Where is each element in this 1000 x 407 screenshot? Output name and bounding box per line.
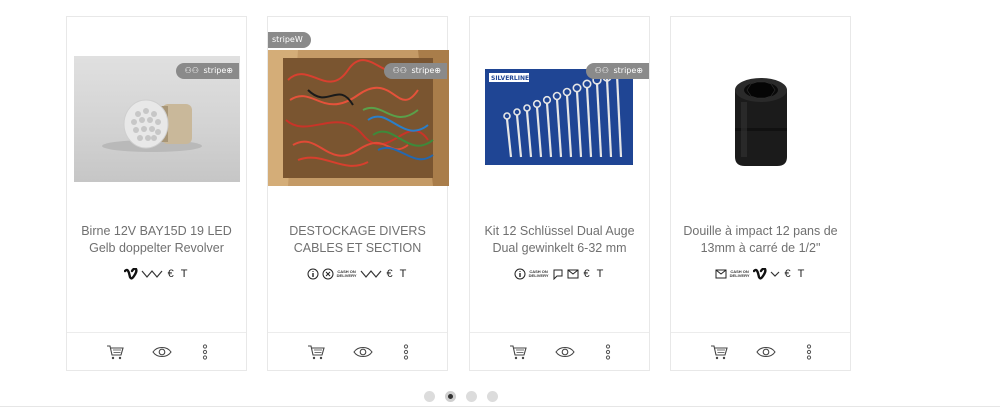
more-options-button[interactable] [799,343,819,361]
pagination-dot-4[interactable] [487,391,498,402]
cart-icon [711,345,728,360]
wrench-set-image: SILVERLINE [485,69,633,165]
stripe-label: stripe [203,66,227,75]
corner-badge: stripeW [268,32,311,48]
product-title[interactable]: Kit 12 Schlüssel Dual Auge Dual gewinkel… [478,223,641,257]
product-media[interactable]: SILVERLINE ⚇⚇ stripe⊕ [470,17,649,207]
card-actions [671,332,850,370]
circle-x-icon [322,267,334,281]
info-icon [307,267,319,281]
chat-icon [552,267,564,281]
card-actions [67,332,246,370]
cash-on-delivery-icon: CASH ON DELIVERY [336,269,357,278]
product-media[interactable]: ⚇⚇ stripe⊕ [67,17,246,207]
cash-on-delivery-icon: CASH ON DELIVERY [729,269,750,278]
vimeo-icon [752,267,767,281]
cart-icon [308,345,325,360]
eye-icon [555,346,575,358]
eye-icon [353,346,373,358]
add-to-cart-button[interactable] [709,343,729,361]
stripe-label: stripe [411,66,435,75]
stripe-label: stripe [613,66,637,75]
payment-methods: CASH ON DELIVERY € T [470,266,649,282]
more-options-button[interactable] [396,343,416,361]
people-icon: ⚇⚇ [594,66,609,75]
more-vertical-icon [806,344,812,360]
product-card[interactable]: Douille à impact 12 pans de 13mm à carré… [670,16,851,371]
people-icon: ⚇⚇ [392,66,407,75]
more-vertical-icon [202,344,208,360]
card-actions [268,332,447,370]
stripe-corner-label: stripeW [272,35,303,44]
product-image[interactable] [717,62,805,182]
svg-text:SILVERLINE: SILVERLINE [491,75,529,82]
t-label: T [399,268,407,280]
payment-badge: ⚇⚇ stripe⊕ [175,63,239,79]
wave-icon [141,267,163,281]
product-image[interactable]: SILVERLINE [485,69,633,165]
t-label: T [797,268,805,280]
payment-methods: CASH ON DELIVERY € T [671,266,850,282]
product-title[interactable]: Douille à impact 12 pans de 13mm à carré… [679,223,842,257]
payment-methods: CASH ON DELIVERY € T [268,266,447,282]
cash-on-delivery-icon: CASH ON DELIVERY [528,269,549,278]
quick-view-button[interactable] [152,343,172,361]
quick-view-button[interactable] [353,343,373,361]
more-vertical-icon [605,344,611,360]
impact-socket-image [735,78,787,166]
product-title[interactable]: DESTOCKAGE DIVERS CABLES ET SECTION [276,223,439,257]
euro-label: € [784,268,791,280]
vimeo-icon [123,267,138,281]
product-card[interactable]: stripeW ⚇⚇ stripe⊕ DESTOCKAGE DIVERS CAB… [267,16,449,371]
eye-icon [756,346,776,358]
cart-icon [510,345,527,360]
quick-view-button[interactable] [555,343,575,361]
card-actions [470,332,649,370]
payment-methods: € T [67,266,246,282]
envelope-icon [567,267,579,281]
more-vertical-icon [403,344,409,360]
euro-label: € [386,268,393,280]
t-label: T [180,268,188,280]
quick-view-button[interactable] [756,343,776,361]
add-to-cart-button[interactable] [508,343,528,361]
chevron-icon [770,267,780,281]
add-to-cart-button[interactable] [306,343,326,361]
payment-badge: ⚇⚇ stripe⊕ [383,63,447,79]
people-icon: ⚇⚇ [184,66,199,75]
cart-icon [107,345,124,360]
add-to-cart-button[interactable] [105,343,125,361]
product-card[interactable]: SILVERLINE ⚇⚇ stripe⊕ Kit 12 Schlüssel D… [469,16,650,371]
product-media[interactable]: stripeW ⚇⚇ stripe⊕ [268,17,449,207]
more-options-button[interactable] [598,343,618,361]
product-media[interactable] [671,17,850,207]
product-card[interactable]: ⚇⚇ stripe⊕ Birne 12V BAY15D 19 LED Gelb … [66,16,247,371]
more-options-button[interactable] [195,343,215,361]
pagination-dot-1[interactable] [424,391,435,402]
euro-label: € [583,268,590,280]
product-title[interactable]: Birne 12V BAY15D 19 LED Gelb doppelter R… [75,223,238,257]
pagination-dot-3[interactable] [466,391,477,402]
payment-badge: ⚇⚇ stripe⊕ [585,63,649,79]
t-label: T [596,268,604,280]
eye-icon [152,346,172,358]
info-icon [514,267,526,281]
product-carousel: ⚇⚇ stripe⊕ Birne 12V BAY15D 19 LED Gelb … [0,0,1000,407]
wave-icon [360,267,382,281]
envelope-icon [715,267,727,281]
euro-label: € [167,268,174,280]
pagination-dot-2[interactable] [445,391,456,402]
carousel-pagination [0,391,1000,403]
